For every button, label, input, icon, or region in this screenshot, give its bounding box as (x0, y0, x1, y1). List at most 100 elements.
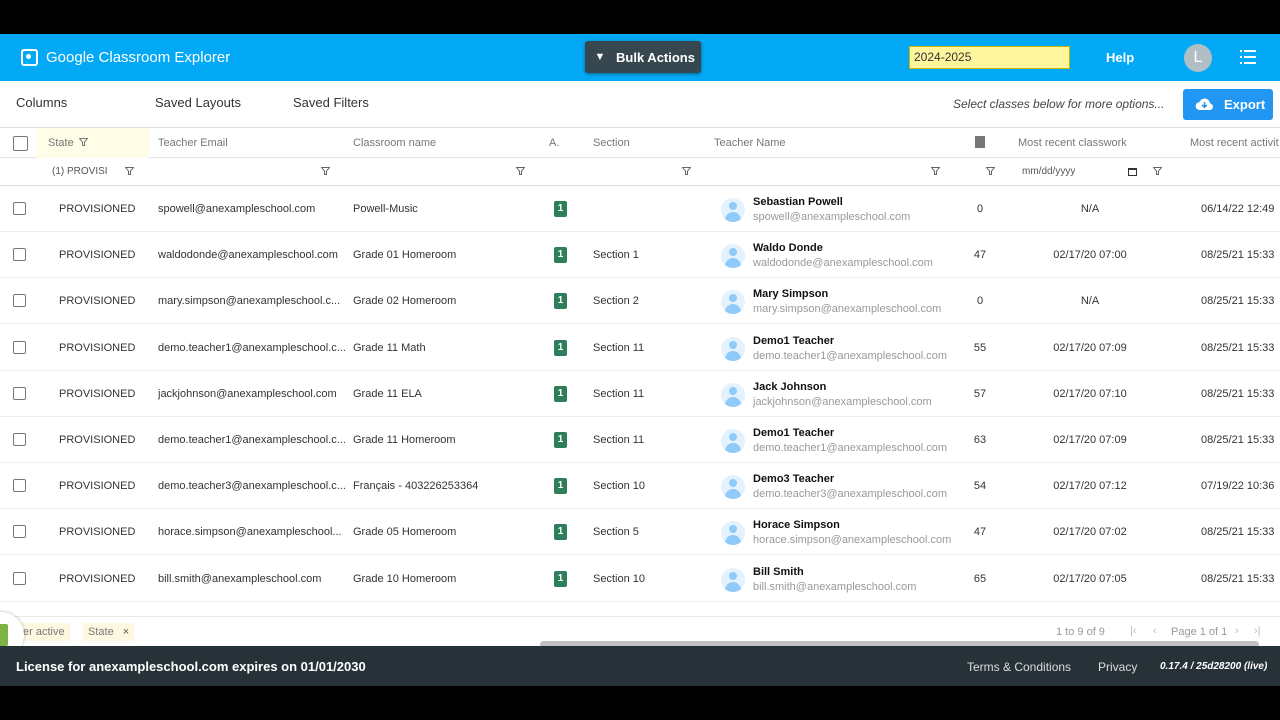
table-row[interactable]: PROVISIONED demo.teacher1@anexampleschool… (0, 417, 1280, 463)
filter-icon[interactable] (1153, 167, 1162, 175)
row-checkbox[interactable] (13, 525, 26, 539)
select-all-checkbox[interactable] (13, 136, 28, 151)
most-recent-classwork-cell: N/A (1080, 295, 1100, 308)
teacher-name: Waldo Donde (753, 242, 823, 255)
menu-icon[interactable] (1240, 50, 1256, 64)
section-cell: Section 10 (593, 572, 645, 585)
section-cell: Section 5 (593, 526, 639, 539)
prev-page-icon[interactable]: ‹ (1153, 625, 1157, 637)
teacher-email-cell: waldodonde@anexampleschool.com (158, 249, 338, 262)
table-row[interactable]: PROVISIONED spowell@anexampleschool.com Po… (0, 186, 1280, 232)
state-cell: PROVISIONED (59, 341, 136, 354)
table-row[interactable]: PROVISIONED demo.teacher3@anexampleschool… (0, 463, 1280, 510)
count-cell: 47 (973, 526, 987, 539)
row-checkbox[interactable] (13, 479, 26, 493)
saved-layouts-button[interactable]: Saved Layouts (155, 95, 241, 110)
filter-tag-active: er active (18, 623, 70, 641)
person-icon (721, 198, 745, 222)
table-row[interactable]: PROVISIONED jackjohnson@anexampleschool.c… (0, 371, 1280, 417)
filter-icon[interactable] (321, 167, 330, 175)
filter-icon[interactable] (79, 138, 88, 146)
bulk-actions-button[interactable]: ▼ Bulk Actions (585, 41, 701, 73)
row-checkbox[interactable] (13, 294, 26, 308)
school-year-select[interactable]: 2024-2025 (909, 46, 1070, 69)
user-avatar[interactable]: L (1184, 44, 1212, 72)
teacher-email-cell: spowell@anexampleschool.com (158, 203, 316, 215)
table-row[interactable]: PROVISIONED horace.simpson@anexampleschoo… (0, 509, 1280, 556)
next-page-icon[interactable]: › (1235, 625, 1239, 637)
section-cell: Section 10 (593, 480, 645, 493)
teacher-name: Sebastian Powell (753, 196, 843, 208)
state-cell: PROVISIONED (59, 203, 136, 215)
terms-link[interactable]: Terms & Conditions (967, 660, 1071, 674)
selection-hint: Select classes below for more options... (953, 97, 1165, 111)
saved-filters-button[interactable]: Saved Filters (293, 95, 369, 110)
teacher-email-cell: jackjohnson@anexampleschool.com (158, 387, 337, 400)
teacher-email-cell: horace.simpson@anexampleschool... (158, 526, 342, 539)
count-cell: 55 (973, 341, 987, 354)
date-filter-input[interactable]: mm/dd/yyyy (1022, 166, 1075, 177)
last-page-icon[interactable]: ›| (1254, 625, 1261, 637)
remove-filter-icon[interactable]: × (123, 626, 129, 638)
teacher-name: Demo1 Teacher (753, 334, 835, 347)
most-recent-activity-cell: 08/25/21 15:33 (1201, 249, 1275, 262)
teacher-name-email: jackjohnson@anexampleschool.com (753, 395, 932, 408)
state-cell: PROVISIONED (59, 480, 136, 493)
col-header-classroom-name[interactable]: Classroom name (353, 137, 436, 149)
table-row[interactable]: PROVISIONED waldodonde@anexampleschool.co… (0, 232, 1280, 279)
section-cell: Section 1 (593, 249, 639, 262)
first-page-icon[interactable]: |‹ (1130, 625, 1137, 637)
bookmark-icon[interactable] (975, 136, 985, 148)
teacher-name-email: bill.smith@anexampleschool.com (753, 580, 917, 593)
filter-icon[interactable] (682, 167, 691, 175)
col-header-state[interactable]: State (48, 137, 74, 149)
calendar-icon[interactable] (1128, 168, 1137, 176)
filter-icon[interactable] (986, 167, 995, 175)
row-checkbox[interactable] (13, 202, 26, 215)
row-checkbox[interactable] (13, 433, 26, 446)
col-header-most-recent-activity[interactable]: Most recent activit (1190, 137, 1279, 149)
row-checkbox[interactable] (13, 571, 26, 585)
filter-icon[interactable] (125, 167, 134, 175)
grid-header-row: State Teacher Email Classroom name A. Se… (0, 128, 1280, 158)
most-recent-activity-cell: 08/25/21 15:33 (1201, 387, 1275, 400)
table-row[interactable]: PROVISIONED mary.simpson@anexampleschool.… (0, 278, 1280, 325)
state-cell: PROVISIONED (59, 526, 136, 539)
teacher-name-email: demo.teacher1@anexampleschool.com (753, 349, 947, 362)
count-cell: 57 (973, 387, 987, 400)
row-checkbox[interactable] (13, 386, 26, 400)
grid-toolbar: Columns Saved Layouts Saved Filters Sele… (0, 81, 1280, 125)
help-link[interactable]: Help (1106, 50, 1134, 65)
col-header-teacher-name[interactable]: Teacher Name (714, 137, 786, 149)
count-cell: 65 (973, 572, 987, 585)
export-button[interactable]: Export (1183, 89, 1273, 120)
teacher-name: Bill Smith (753, 565, 804, 578)
col-header-most-recent-classwork[interactable]: Most recent classwork (1018, 137, 1127, 149)
state-filter-value[interactable]: (1) PROVISI (52, 166, 108, 177)
most-recent-classwork-cell: 02/17/20 07:00 (1053, 249, 1127, 262)
table-row[interactable]: PROVISIONED bill.smith@anexampleschool.co… (0, 556, 1280, 602)
count-badge: 1 (554, 570, 567, 587)
classroom-name-cell: Grade 11 Math (353, 341, 426, 354)
col-header-a[interactable]: A. (549, 137, 559, 149)
classroom-name-cell: Powell-Music (353, 203, 418, 215)
chevron-down-icon: ▼ (594, 51, 606, 63)
classroom-name-cell: Grade 11 ELA (353, 387, 422, 400)
filter-icon[interactable] (516, 167, 525, 175)
footer: License for anexampleschool.com expires … (0, 646, 1280, 686)
teacher-name-email: mary.simpson@anexampleschool.com (753, 303, 942, 316)
most-recent-activity-cell: 08/25/21 15:33 (1201, 341, 1275, 354)
most-recent-activity-cell: 08/25/21 15:33 (1201, 295, 1275, 308)
grid-filter-row: (1) PROVISI mm/dd/yyyy (0, 158, 1280, 186)
table-row[interactable]: PROVISIONED demo.teacher1@anexampleschool… (0, 325, 1280, 371)
row-checkbox[interactable] (13, 340, 26, 354)
columns-button[interactable]: Columns (16, 95, 67, 110)
col-header-teacher-email[interactable]: Teacher Email (158, 137, 228, 149)
count-badge: 1 (554, 201, 567, 217)
filter-icon[interactable] (931, 167, 940, 175)
count-badge: 1 (554, 247, 567, 264)
row-checkbox[interactable] (13, 248, 26, 262)
count-cell: 54 (973, 480, 987, 493)
col-header-section[interactable]: Section (593, 137, 630, 149)
privacy-link[interactable]: Privacy (1098, 660, 1137, 674)
